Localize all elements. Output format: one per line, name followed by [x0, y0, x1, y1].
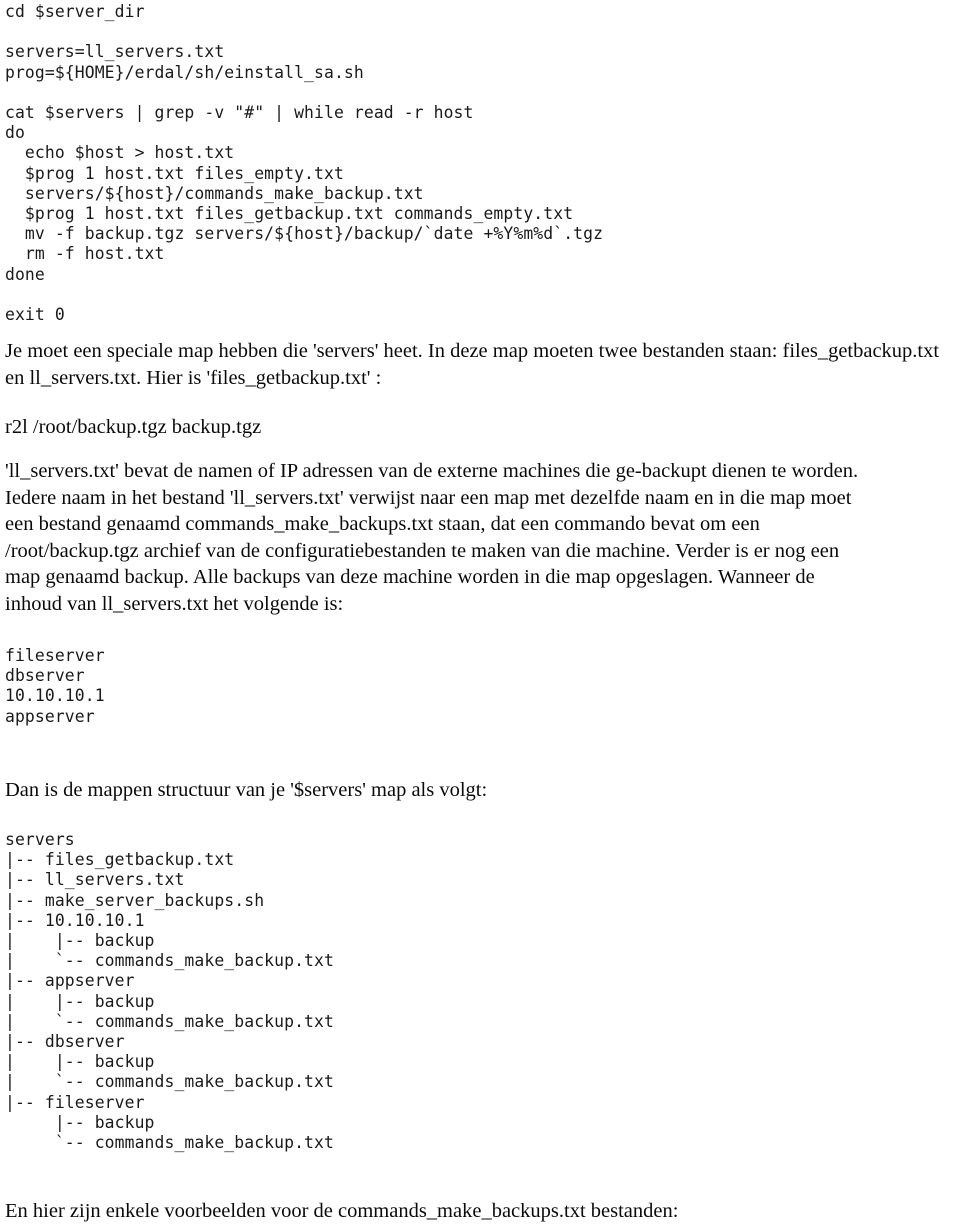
- code-block-backup-script: cd $server_dir servers=ll_servers.txt pr…: [5, 2, 604, 325]
- code-block-files-getbackup: r2l /root/backup.tgz backup.tgz: [5, 416, 262, 438]
- paragraph-structure: Dan is de mappen structuur van je '$serv…: [5, 779, 488, 801]
- document-page: cd $server_dir servers=ll_servers.txt pr…: [0, 0, 960, 1227]
- paragraph-intro: Je moet een speciale map hebben die 'ser…: [5, 340, 940, 389]
- code-block-directory-tree: servers |-- files_getbackup.txt |-- ll_s…: [5, 830, 334, 1153]
- paragraph-final: En hier zijn enkele voorbeelden voor de …: [5, 1200, 679, 1222]
- paragraph-explanation: 'll_servers.txt' bevat de namen of IP ad…: [5, 460, 859, 615]
- code-block-ll-servers-contents: fileserver dbserver 10.10.10.1 appserver: [5, 646, 105, 726]
